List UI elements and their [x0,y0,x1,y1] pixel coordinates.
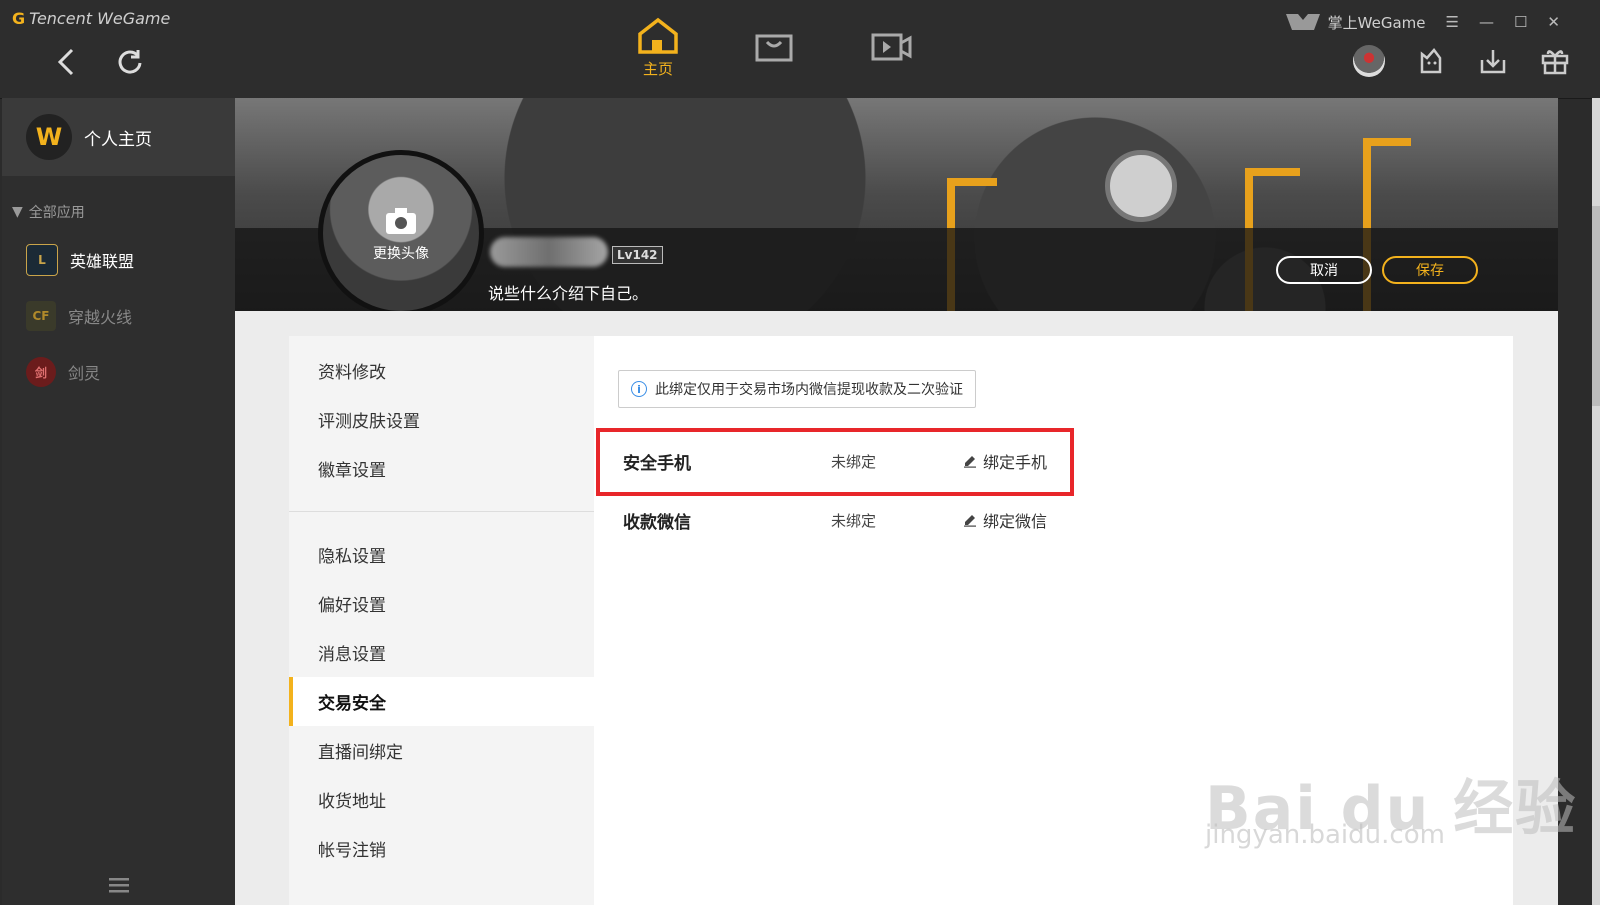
menu-item-review-skin[interactable]: 评测皮肤设置 [289,395,594,444]
user-avatar-button[interactable] [1352,44,1386,78]
settings-menu: 资料修改 评测皮肤设置 徽章设置 隐私设置 偏好设置 消息设置 交易安全 直播间… [289,336,594,905]
menu-item-privacy[interactable]: 隐私设置 [289,530,594,579]
home-icon [638,17,678,54]
menu-item-live-binding[interactable]: 直播间绑定 [289,726,594,775]
back-button[interactable] [48,44,84,80]
maximize-icon[interactable]: ☐ [1514,13,1527,31]
menu-icon[interactable]: ☰ [1446,13,1459,31]
hamburger-icon [108,878,129,893]
sidebar: W 个人主页 ▼ 全部应用 L 英雄联盟 CF 穿越火线 剑 剑灵 [2,98,235,905]
close-icon[interactable]: ✕ [1547,13,1560,31]
store-bag-icon [755,34,793,62]
username-blurred [490,237,608,267]
mobile-wegame-button[interactable]: 掌上WeGame [1284,10,1426,34]
cancel-button[interactable]: 取消 [1276,256,1372,284]
tab-video[interactable] [870,32,912,62]
pencil-icon [964,515,976,527]
bio-input[interactable]: 说些什么介绍下自己。 [488,280,648,304]
sidebar-item-profile[interactable]: W 个人主页 [2,98,235,176]
menu-item-badge[interactable]: 徽章设置 [289,444,594,493]
mobile-wegame-icon [1285,14,1320,30]
bind-wechat-link[interactable]: 绑定微信 [963,508,1047,532]
camera-icon [386,208,416,234]
brand-text: Tencent WeGame [29,9,171,28]
banner-pipe [947,178,997,186]
bind-row-label: 收款微信 [623,512,691,533]
window-controls: 掌上WeGame ☰ — ☐ ✕ [1284,10,1560,34]
red-highlight-box [596,428,1074,496]
menu-divider [289,511,594,512]
sidebar-profile-label: 个人主页 [84,129,152,150]
video-icon [871,33,912,61]
mobile-wegame-label: 掌上WeGame [1327,13,1426,32]
bind-row-wechat: 收款微信 未绑定 绑定微信 [623,505,1047,535]
tab-store[interactable] [754,30,794,64]
lol-icon: L [26,244,58,276]
gift-icon [1541,50,1569,75]
sidebar-collapse-button[interactable] [2,865,235,905]
sidebar-section-all-apps[interactable]: ▼ 全部应用 [12,202,235,222]
back-arrow-icon [57,48,74,76]
menu-item-preference[interactable]: 偏好设置 [289,579,594,628]
pressure-gauge [1105,150,1177,222]
menu-item-profile-edit[interactable]: 资料修改 [289,346,594,395]
binding-notice: i 此绑定仅用于交易市场内微信提现收款及二次验证 [618,370,976,408]
sidebar-item-lol[interactable]: L 英雄联盟 [2,232,235,288]
crossfire-icon: CF [26,301,56,331]
scrollbar[interactable] [1592,98,1600,905]
wegame-w-logo-icon: W [26,114,72,160]
download-button[interactable] [1476,44,1510,78]
sidebar-app-label: 英雄联盟 [70,252,135,271]
sidebar-item-crossfire[interactable]: CF 穿越火线 [2,288,235,344]
avatar-icon [1353,45,1385,77]
avatar[interactable]: 更换头像 [318,150,484,316]
menu-item-shipping-address[interactable]: 收货地址 [289,775,594,824]
gift-button[interactable] [1538,44,1572,78]
info-icon: i [631,381,647,397]
download-icon [1480,50,1506,74]
menu-item-account-cancel[interactable]: 帐号注销 [289,824,594,873]
brand-logo: G Tencent WeGame [12,9,170,28]
sidebar-section-label: 全部应用 [28,205,85,221]
refresh-button[interactable] [112,44,148,80]
toolbar-icons [1352,44,1572,78]
notice-text: 此绑定仅用于交易市场内微信提现收款及二次验证 [655,382,963,398]
baidu-watermark-url: jingyan.baidu.com [1205,820,1445,850]
save-button[interactable]: 保存 [1382,256,1478,284]
bind-action-label: 绑定微信 [983,512,1048,531]
bind-row-status: 未绑定 [831,511,877,530]
banner-pipe [1245,168,1300,176]
cat-icon [1420,48,1442,74]
pet-button[interactable] [1414,44,1448,78]
sidebar-app-label: 剑灵 [68,364,101,383]
menu-item-message[interactable]: 消息设置 [289,628,594,677]
sidebar-app-label: 穿越火线 [68,308,133,327]
minimize-icon[interactable]: — [1479,13,1494,31]
level-badge: Lv142 [612,246,663,264]
blade-soul-icon: 剑 [26,357,56,387]
scrollbar-thumb[interactable] [1592,206,1600,406]
tab-home-label: 主页 [642,60,673,78]
banner-pipe [1371,138,1411,146]
refresh-icon [118,50,142,74]
title-bar: G Tencent WeGame 主页 掌上WeGame ☰ — ☐ ✕ [0,0,1600,99]
sidebar-item-blade-soul[interactable]: 剑 剑灵 [2,344,235,400]
menu-item-trade-security[interactable]: 交易安全 [289,677,594,726]
tab-home[interactable]: 主页 [636,16,680,79]
wegame-logo-icon: G [12,9,26,28]
change-avatar-label: 更换头像 [373,246,429,262]
triangle-down-icon: ▼ [12,204,23,220]
